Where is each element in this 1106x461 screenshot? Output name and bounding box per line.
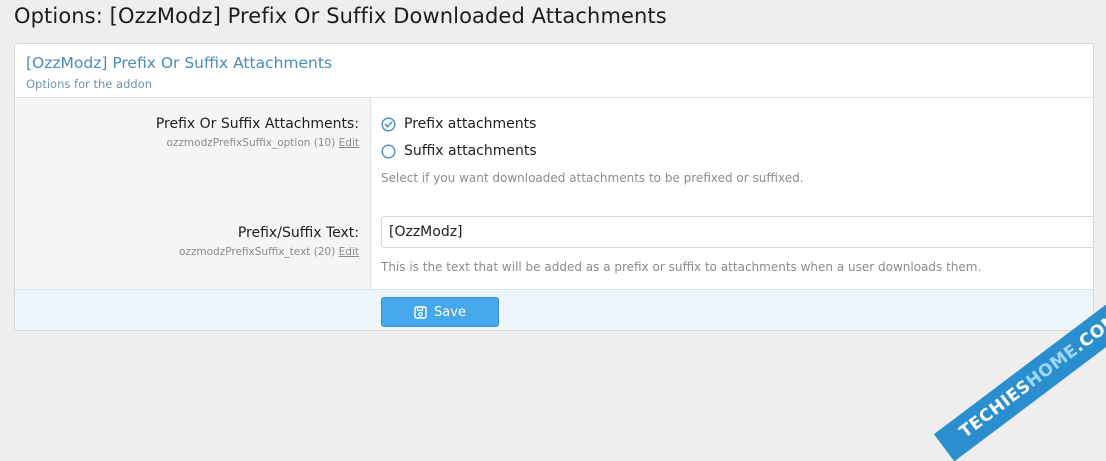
radio-label: Suffix attachments [404, 143, 537, 159]
option-label: Prefix Or Suffix Attachments: [155, 116, 359, 132]
block-title[interactable]: [OzzModz] Prefix Or Suffix Attachments [26, 54, 332, 72]
save-icon [414, 305, 427, 319]
radio-suffix-attachments[interactable]: Suffix attachments [381, 143, 537, 159]
option-label: Prefix/Suffix Text: [237, 225, 359, 241]
save-button[interactable]: Save [381, 297, 499, 327]
edit-link[interactable]: Edit [339, 246, 359, 258]
option-id-text: ozzmodzPrefixSuffix_text (20) [178, 246, 336, 258]
page-title: Options: [OzzModz] Prefix Or Suffix Down… [14, 4, 667, 28]
option-explain: This is the text that will be added as a… [381, 260, 982, 274]
radio-prefix-attachments[interactable]: Prefix attachments [381, 116, 536, 132]
options-block: [OzzModz] Prefix Or Suffix Attachments O… [14, 43, 1094, 331]
radio-label: Prefix attachments [404, 116, 537, 132]
save-label: Save [434, 304, 466, 320]
form-submit-row: Save [15, 289, 1093, 330]
option-explain: Select if you want downloaded attachment… [381, 171, 804, 185]
edit-link[interactable]: Edit [339, 137, 359, 149]
radio-unchecked-icon[interactable] [381, 143, 396, 159]
option-text-label-group: Prefix/Suffix Text: ozzmodzPrefixSuffix_… [15, 225, 359, 258]
option-hint: ozzmodzPrefixSuffix_option (10) Edit [15, 137, 359, 149]
option-id-text: ozzmodzPrefixSuffix_option (10) [166, 137, 336, 149]
prefix-suffix-text-input[interactable] [381, 216, 1093, 248]
block-description: Options for the addon [26, 77, 152, 91]
block-header: [OzzModz] Prefix Or Suffix Attachments O… [15, 44, 1093, 98]
option-prefix-suffix-label-group: Prefix Or Suffix Attachments: ozzmodzPre… [15, 116, 359, 149]
radio-checked-icon[interactable] [381, 116, 396, 132]
option-hint: ozzmodzPrefixSuffix_text (20) Edit [15, 246, 359, 258]
